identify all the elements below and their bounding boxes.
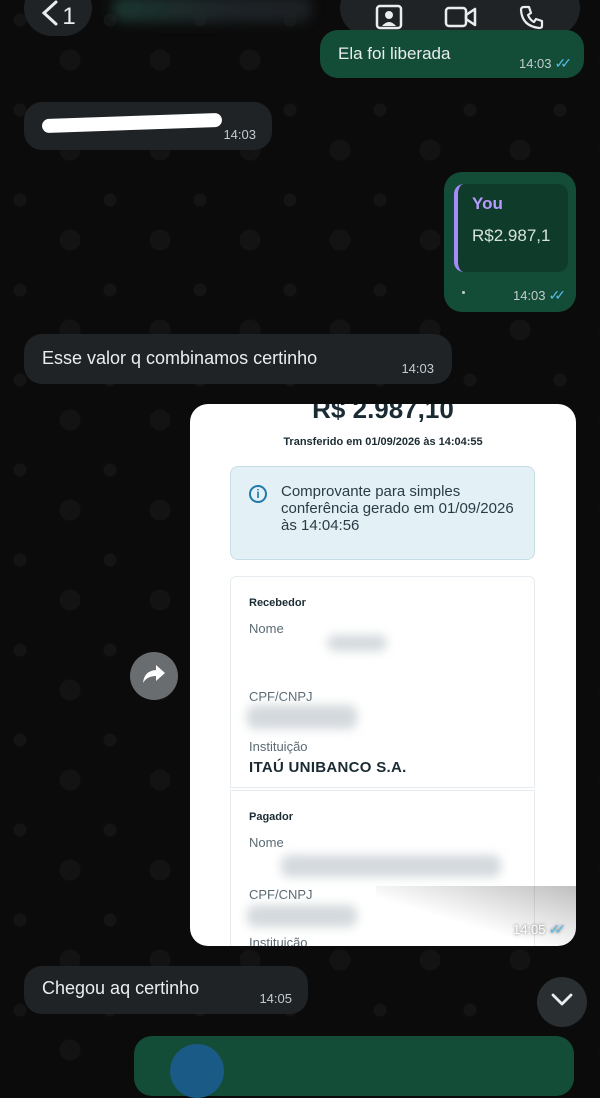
redacted-value	[247, 905, 357, 927]
reply-dot	[462, 291, 465, 294]
message-time: 14:05	[512, 922, 546, 937]
forward-icon	[141, 663, 167, 690]
read-receipt-icon: ✓✓	[548, 921, 567, 937]
message-time: 14:05	[259, 991, 292, 1006]
message-text: Esse valor q combinamos certinho	[42, 348, 318, 368]
read-receipt-icon: ✓✓	[548, 287, 567, 303]
receipt-amount: R$ 2.987,10	[312, 404, 454, 424]
quoted-reply[interactable]: You R$2.987,1	[454, 184, 568, 272]
payer-section-title: Pagador	[249, 811, 294, 823]
message-text: Chegou aq certinho	[42, 978, 200, 998]
message-meta: 14:03 ✓✓	[512, 287, 567, 304]
message-time: 14:03	[512, 288, 546, 303]
unread-count: 1	[62, 3, 76, 30]
info-icon: i	[249, 485, 267, 503]
recipient-institution-value: ITAÚ UNIBANCO S.A.	[249, 759, 407, 776]
receipt-info-text: Comprovante para simples conferência ger…	[281, 483, 514, 534]
recipient-section-title: Recebedor	[249, 597, 306, 609]
message-text: Ela foi liberada	[338, 44, 451, 63]
read-receipt-icon: ✓✓	[554, 55, 573, 71]
redacted-value	[327, 635, 387, 651]
message-meta: 14:03 ✓✓	[518, 55, 573, 72]
message-bubble-incoming[interactable]: 14:03	[24, 102, 272, 150]
message-bubble-incoming[interactable]: Chegou aq certinho 14:05	[24, 966, 308, 1014]
message-meta: 14:05 ✓✓	[512, 921, 567, 938]
forward-button[interactable]	[130, 652, 178, 700]
avatar	[170, 1044, 224, 1098]
reply-text: R$2.987,1	[472, 226, 551, 245]
image-message-receipt[interactable]: R$ 2.987,10 Transferido em 01/09/2026 às…	[190, 404, 576, 946]
back-button[interactable]: 1	[24, 0, 92, 36]
recipient-doc-label: CPF/CNPJ	[249, 689, 313, 704]
message-bubble-outgoing[interactable]: Ela foi liberada 14:03 ✓✓	[320, 30, 584, 78]
payer-institution-label: Instituição	[249, 935, 308, 946]
chevron-left-icon	[40, 0, 60, 34]
reply-author: You	[472, 194, 503, 213]
message-time: 14:03	[401, 361, 434, 376]
payer-name-label: Nome	[249, 835, 284, 850]
recipient-institution-label: Instituição	[249, 739, 308, 754]
message-time: 14:03	[223, 127, 256, 142]
scroll-to-bottom-button[interactable]	[537, 977, 587, 1027]
receipt-transfer-date: Transferido em 01/09/2026 às 14:04:55	[283, 436, 483, 448]
contact-name-redacted[interactable]	[112, 0, 312, 22]
chevron-down-icon	[551, 993, 573, 1012]
message-time: 14:03	[518, 56, 552, 71]
receipt-recipient-card: Recebedor Nome CPF/CNPJ Instituição ITAÚ…	[230, 576, 535, 788]
redacted-text	[41, 112, 223, 134]
message-bubble-incoming[interactable]: Esse valor q combinamos certinho 14:03	[24, 334, 452, 384]
redacted-value	[281, 855, 501, 877]
payer-doc-label: CPF/CNPJ	[249, 887, 313, 902]
recipient-name-label: Nome	[249, 621, 284, 636]
redacted-value	[247, 705, 357, 729]
receipt-info-box: i Comprovante para simples conferência g…	[230, 466, 535, 560]
message-bubble-outgoing[interactable]: You R$2.987,1 14:03 ✓✓	[444, 172, 576, 312]
